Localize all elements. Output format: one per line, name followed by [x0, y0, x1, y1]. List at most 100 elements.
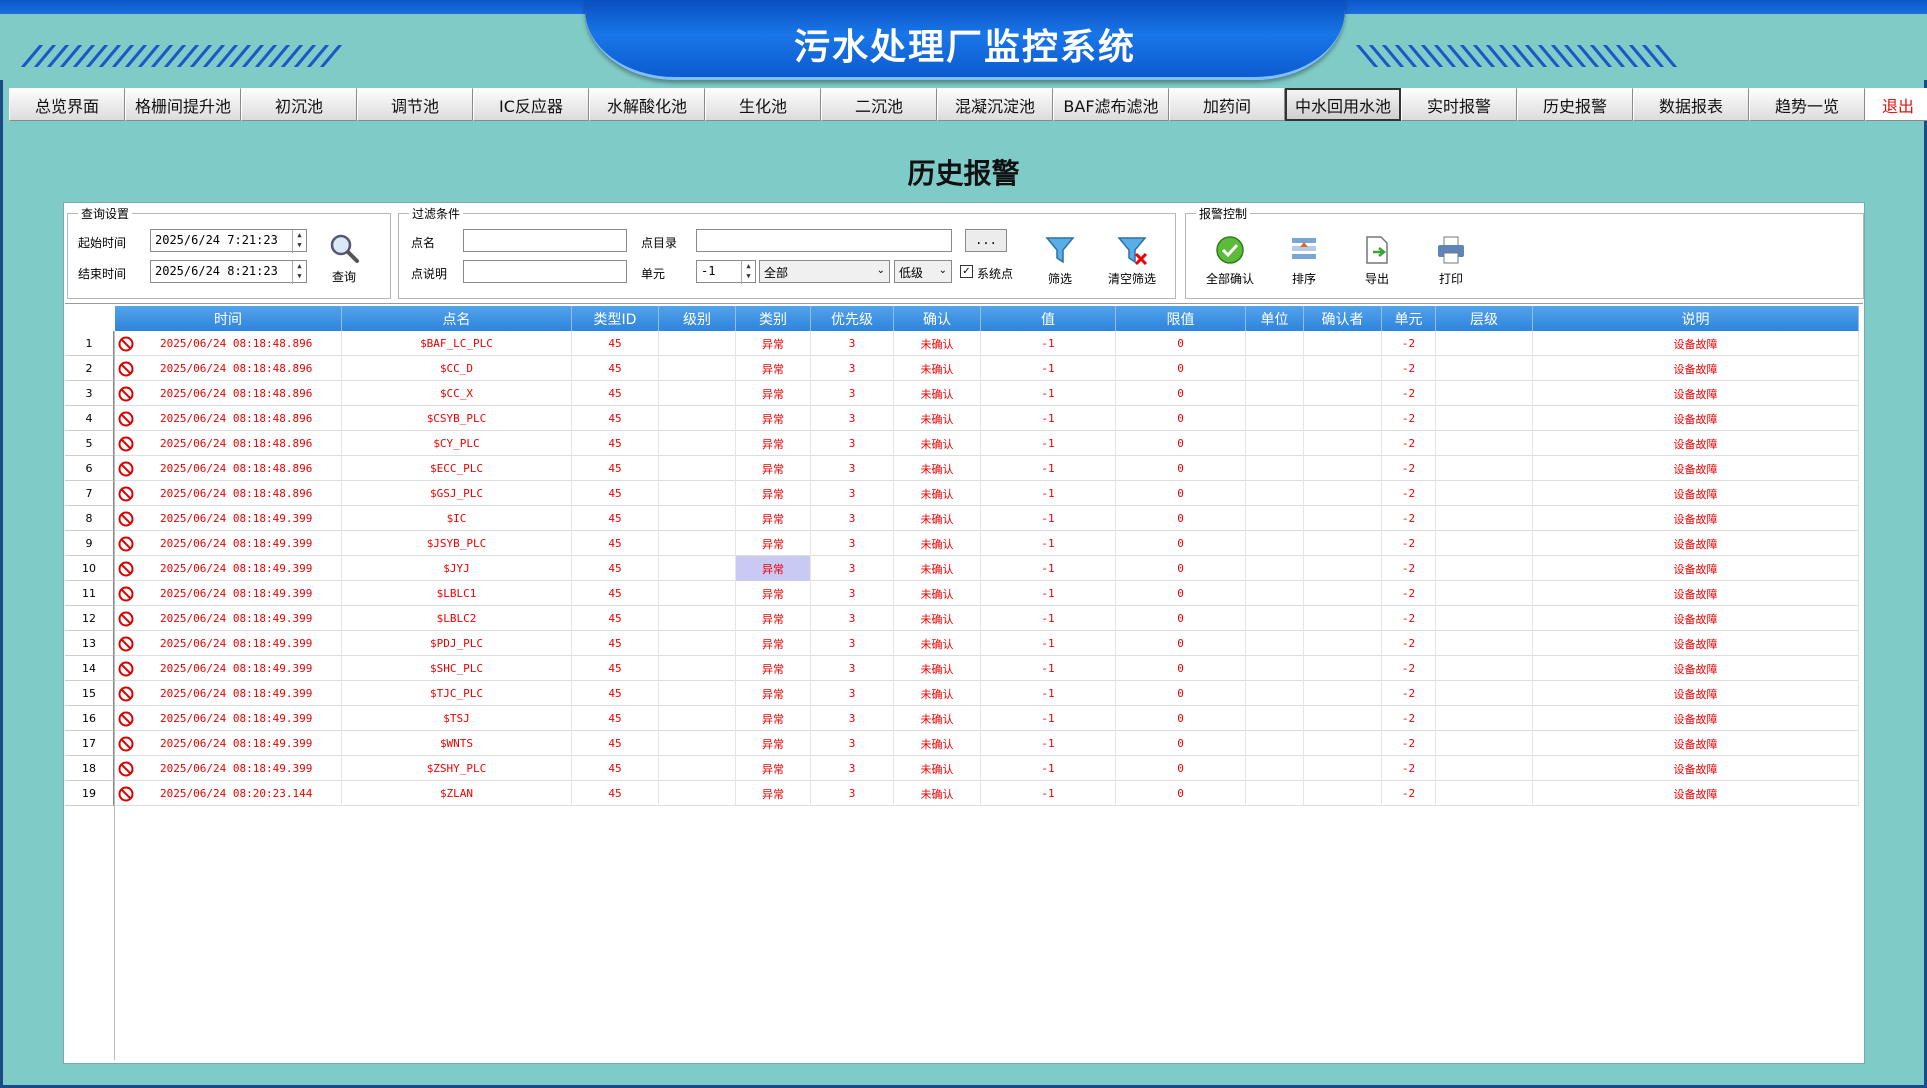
- cell-value[interactable]: -1: [981, 706, 1116, 731]
- row-number[interactable]: 8: [65, 506, 114, 531]
- row-number[interactable]: 2: [65, 356, 114, 381]
- cell-level[interactable]: [659, 406, 736, 431]
- row-number[interactable]: 15: [65, 681, 114, 706]
- cell-tier[interactable]: [1436, 531, 1533, 556]
- cell-limit[interactable]: 0: [1116, 781, 1246, 806]
- cell-value[interactable]: -1: [981, 481, 1116, 506]
- nav-tab-10[interactable]: 加药间: [1169, 88, 1285, 121]
- cell-name[interactable]: $GSJ_PLC: [342, 481, 572, 506]
- cell-time-container[interactable]: 2025/06/24 08:18:48.896: [115, 431, 342, 456]
- cell-name[interactable]: $JYJ: [342, 556, 572, 581]
- row-number[interactable]: 14: [65, 656, 114, 681]
- cell-confirm[interactable]: 未确认: [894, 406, 981, 431]
- cell-time-container[interactable]: 2025/06/24 08:18:48.896: [115, 406, 342, 431]
- nav-tab-7[interactable]: 二沉池: [821, 88, 937, 121]
- cell-unit_no[interactable]: -2: [1382, 706, 1436, 731]
- nav-tab-3[interactable]: 调节池: [357, 88, 473, 121]
- cell-limit[interactable]: 0: [1116, 356, 1246, 381]
- row-number[interactable]: 1: [65, 331, 114, 356]
- cell-limit[interactable]: 0: [1116, 756, 1246, 781]
- table-row[interactable]: 2025/06/24 08:18:48.896 $GSJ_PLC 45 异常 3 未确认 -…: [115, 481, 1859, 506]
- cell-priority[interactable]: 3: [811, 581, 894, 606]
- point-name-input[interactable]: [463, 229, 627, 252]
- cell-time-container[interactable]: 2025/06/24 08:18:49.399: [115, 756, 342, 781]
- cell-limit[interactable]: 0: [1116, 706, 1246, 731]
- cell-name[interactable]: $CC_X: [342, 381, 572, 406]
- row-number[interactable]: 3: [65, 381, 114, 406]
- cell-confirmer[interactable]: [1304, 331, 1382, 356]
- confirm-all-button[interactable]: 全部确认: [1200, 234, 1260, 287]
- row-number[interactable]: 16: [65, 706, 114, 731]
- cell-limit[interactable]: 0: [1116, 406, 1246, 431]
- cell-unit_no[interactable]: -2: [1382, 631, 1436, 656]
- sort-button[interactable]: 排序: [1274, 234, 1334, 287]
- row-number[interactable]: 7: [65, 481, 114, 506]
- cell-desc[interactable]: 设备故障: [1533, 556, 1859, 581]
- cell-tier[interactable]: [1436, 681, 1533, 706]
- cell-desc[interactable]: 设备故障: [1533, 606, 1859, 631]
- export-button[interactable]: 导出: [1347, 234, 1407, 287]
- cell-name[interactable]: $ECC_PLC: [342, 456, 572, 481]
- cell-category[interactable]: 异常: [736, 456, 811, 481]
- cell-limit[interactable]: 0: [1116, 431, 1246, 456]
- cell-unit_no[interactable]: -2: [1382, 556, 1436, 581]
- cell-tier[interactable]: [1436, 506, 1533, 531]
- cell-category[interactable]: 异常: [736, 331, 811, 356]
- cell-value[interactable]: -1: [981, 556, 1116, 581]
- cell-confirm[interactable]: 未确认: [894, 681, 981, 706]
- cell-unit[interactable]: [1246, 731, 1304, 756]
- unit-spinner[interactable]: ▲ ▼: [741, 261, 755, 284]
- cell-unit_no[interactable]: -2: [1382, 431, 1436, 456]
- cell-tier[interactable]: [1436, 431, 1533, 456]
- cell-confirmer[interactable]: [1304, 656, 1382, 681]
- cell-level[interactable]: [659, 581, 736, 606]
- cell-priority[interactable]: 3: [811, 706, 894, 731]
- cell-confirm[interactable]: 未确认: [894, 506, 981, 531]
- cell-type_id[interactable]: 45: [572, 556, 659, 581]
- cell-unit_no[interactable]: -2: [1382, 581, 1436, 606]
- cell-type_id[interactable]: 45: [572, 756, 659, 781]
- column-header-confirm[interactable]: 确认: [894, 306, 981, 331]
- cell-tier[interactable]: [1436, 656, 1533, 681]
- cell-limit[interactable]: 0: [1116, 331, 1246, 356]
- nav-tab-14[interactable]: 数据报表: [1633, 88, 1749, 121]
- cell-category[interactable]: 异常: [736, 481, 811, 506]
- cell-name[interactable]: $CY_PLC: [342, 431, 572, 456]
- nav-tab-2[interactable]: 初沉池: [241, 88, 357, 121]
- cell-unit[interactable]: [1246, 606, 1304, 631]
- cell-tier[interactable]: [1436, 331, 1533, 356]
- query-button[interactable]: 查询: [314, 232, 374, 285]
- cell-time-container[interactable]: 2025/06/24 08:18:48.896: [115, 481, 342, 506]
- row-number[interactable]: 13: [65, 631, 114, 656]
- cell-confirm[interactable]: 未确认: [894, 431, 981, 456]
- row-number[interactable]: 9: [65, 531, 114, 556]
- cell-confirmer[interactable]: [1304, 731, 1382, 756]
- cell-limit[interactable]: 0: [1116, 456, 1246, 481]
- cell-level[interactable]: [659, 656, 736, 681]
- table-row[interactable]: 2025/06/24 08:18:48.896 $ECC_PLC 45 异常 3 未确认 -…: [115, 456, 1859, 481]
- cell-unit_no[interactable]: -2: [1382, 731, 1436, 756]
- cell-name[interactable]: $LBLC1: [342, 581, 572, 606]
- cell-priority[interactable]: 3: [811, 756, 894, 781]
- cell-level[interactable]: [659, 731, 736, 756]
- cell-confirmer[interactable]: [1304, 606, 1382, 631]
- row-number[interactable]: 17: [65, 731, 114, 756]
- clear-filter-button[interactable]: 清空筛选: [1102, 234, 1162, 287]
- exit-button[interactable]: 退出: [1865, 88, 1927, 121]
- table-row[interactable]: 2025/06/24 08:18:49.399 $JYJ 45 异常 3 未确认 -1 0 -2…: [115, 556, 1859, 581]
- table-row[interactable]: 2025/06/24 08:18:49.399 $ZSHY_PLC 45 异常 3 未确认…: [115, 756, 1859, 781]
- table-row[interactable]: 2025/06/24 08:18:49.399 $TSJ 45 异常 3 未确认 -1 0 -2…: [115, 706, 1859, 731]
- column-header-unit[interactable]: 单位: [1246, 306, 1304, 331]
- cell-value[interactable]: -1: [981, 531, 1116, 556]
- cell-confirm[interactable]: 未确认: [894, 631, 981, 656]
- cell-unit_no[interactable]: -2: [1382, 381, 1436, 406]
- cell-unit_no[interactable]: -2: [1382, 531, 1436, 556]
- table-row[interactable]: 2025/06/24 08:18:48.896 $CC_D 45 异常 3 未确认 -1 0 -…: [115, 356, 1859, 381]
- cell-unit[interactable]: [1246, 481, 1304, 506]
- cell-value[interactable]: -1: [981, 606, 1116, 631]
- cell-name[interactable]: $LBLC2: [342, 606, 572, 631]
- column-header-value[interactable]: 值: [981, 306, 1116, 331]
- cell-unit[interactable]: [1246, 631, 1304, 656]
- cell-priority[interactable]: 3: [811, 656, 894, 681]
- table-row[interactable]: 2025/06/24 08:18:48.896 $CY_PLC 45 异常 3 未确认 -1…: [115, 431, 1859, 456]
